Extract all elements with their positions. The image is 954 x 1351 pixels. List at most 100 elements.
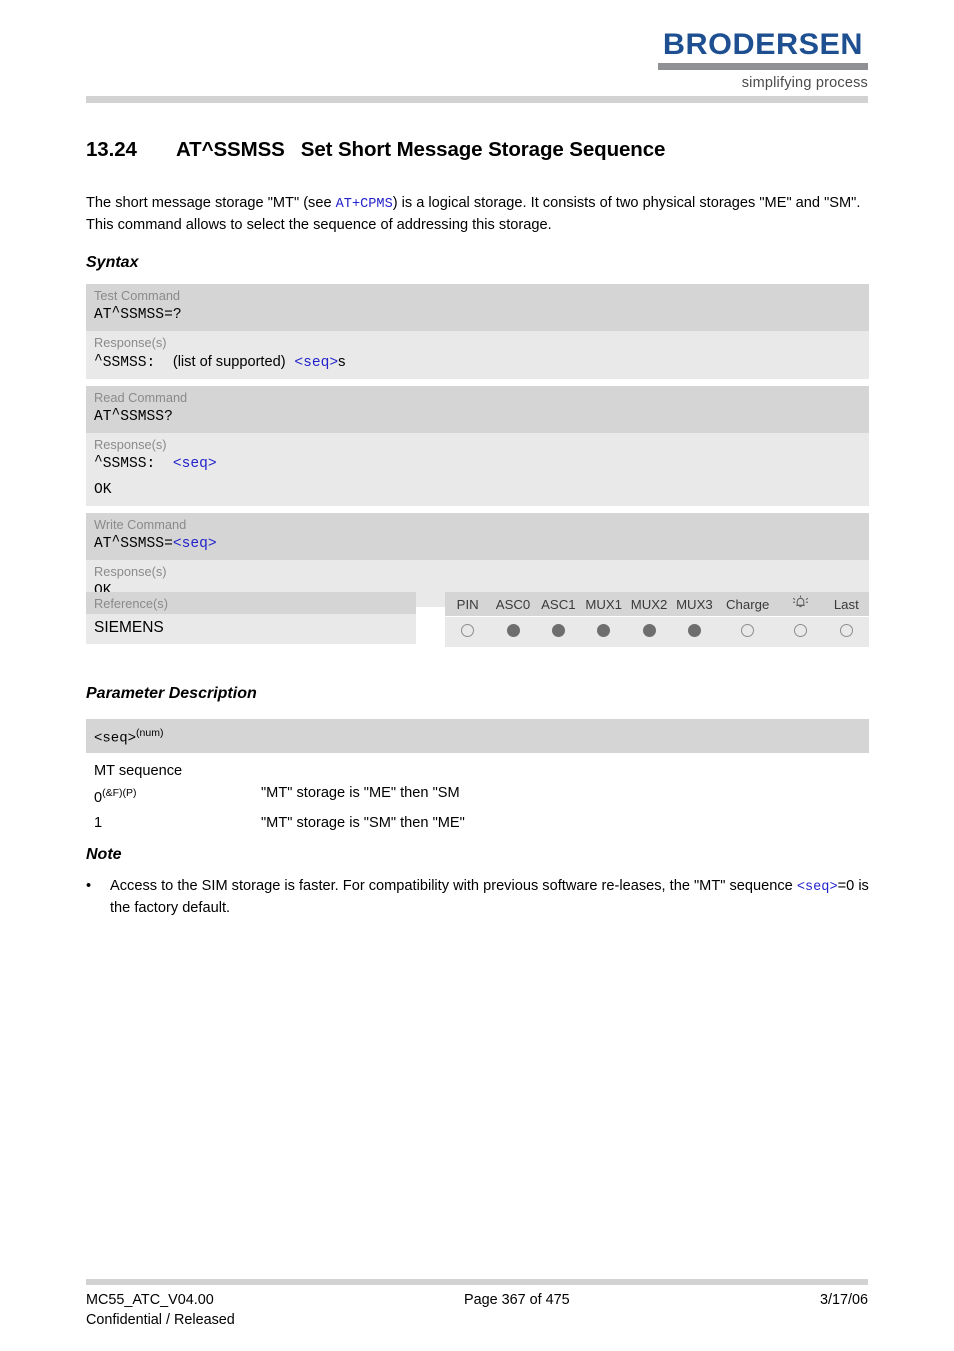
test-cmd-suffix: SSMSS=? bbox=[120, 307, 182, 323]
logo-wordmark: BRODERSEN bbox=[662, 28, 864, 61]
parameter-description-text: MT sequence bbox=[94, 762, 183, 779]
capability-col-asc1: ASC1 bbox=[541, 596, 576, 612]
capability-value-row bbox=[445, 617, 869, 647]
section-command: AT^SSMSS bbox=[176, 138, 285, 161]
section-number: 13.24 bbox=[86, 138, 137, 161]
footer-divider bbox=[86, 1279, 868, 1285]
capability-dot-asc0 bbox=[490, 624, 535, 640]
read-response-ok: OK bbox=[94, 482, 112, 498]
dot-on-icon bbox=[687, 624, 701, 637]
reference-capability-strip: Reference(s) SIEMENS PIN ASC0 ASC1 MUX1 … bbox=[86, 592, 869, 648]
capability-col-asc0: ASC0 bbox=[495, 596, 531, 612]
capability-col-pin: PIN bbox=[456, 596, 479, 612]
capability-dot-alarm bbox=[778, 624, 823, 640]
capability-col-mux2: MUX2 bbox=[630, 596, 668, 612]
parameter-table: <seq>(num) MT sequence 0(&F)(P) "MT" sto… bbox=[86, 719, 869, 836]
capability-col-mux3: MUX3 bbox=[676, 596, 713, 612]
reference-label: Reference(s) bbox=[86, 592, 416, 614]
dot-on-icon bbox=[642, 624, 656, 637]
parameter-value-1: 1 bbox=[94, 811, 261, 836]
seq-param-ref[interactable]: <seq> bbox=[797, 880, 838, 895]
footer-page-number: Page 367 of 475 bbox=[464, 1292, 570, 1308]
test-resp-tail: s bbox=[338, 354, 346, 370]
section-name: Set Short Message Storage Sequence bbox=[300, 138, 666, 161]
write-response-label: Response(s) bbox=[94, 564, 167, 579]
capability-dot-mux1 bbox=[581, 624, 626, 640]
capability-col-mux1: MUX1 bbox=[585, 596, 623, 612]
footer-date: 3/17/06 bbox=[819, 1292, 868, 1308]
test-response-label: Response(s) bbox=[94, 335, 167, 350]
read-response-band: Response(s) ^SSMSS: <seq> OK bbox=[86, 433, 869, 506]
capability-dot-mux3 bbox=[672, 624, 717, 640]
test-resp-name: SSMSS: bbox=[102, 355, 156, 371]
note-item: • Access to the SIM storage is faster. F… bbox=[86, 876, 874, 918]
seq-param-ref[interactable]: <seq> bbox=[294, 355, 338, 371]
parameter-description-heading: Parameter Description bbox=[86, 685, 257, 702]
alarm-bell-glyph bbox=[792, 595, 809, 613]
header-divider bbox=[86, 96, 868, 103]
logo-tagline: simplifying process bbox=[741, 75, 868, 91]
caret-glyph: ^ bbox=[111, 304, 121, 321]
footer-row-bottom: Confidential / Released bbox=[86, 1310, 868, 1330]
read-command-label: Read Command bbox=[94, 390, 188, 405]
read-command-syntax: AT^SSMSS? bbox=[86, 406, 869, 433]
write-command-band: Write Command AT^SSMSS=<seq> bbox=[86, 513, 869, 560]
dot-on-icon bbox=[506, 624, 520, 637]
parameter-value-0: 0(&F)(P) bbox=[94, 781, 261, 811]
capability-dot-pin bbox=[445, 624, 490, 640]
page-title: 13.24 AT^SSMSS Set Short Message Storage S… bbox=[86, 138, 886, 162]
seq-param-ref[interactable]: <seq> bbox=[173, 456, 217, 472]
syntax-table: Test Command AT^SSMSS=? Response(s) ^SSM… bbox=[86, 284, 869, 614]
document-page: BRODERSEN simplifying process 13.24 AT^SS… bbox=[0, 0, 954, 1351]
parameter-value-0-desc: "MT" storage is "ME" then "SM bbox=[261, 784, 460, 801]
parameter-key-sup: (num) bbox=[136, 727, 164, 739]
write-cmd-suffix: SSMSS= bbox=[120, 536, 173, 552]
test-response-syntax: ^SSMSS: (list of supported) <seq>s bbox=[86, 351, 869, 379]
test-command-label: Test Command bbox=[94, 288, 181, 303]
capability-table: PIN ASC0 ASC1 MUX1 MUX2 MUX3 Charge Last bbox=[445, 592, 869, 648]
parameter-key: <seq> bbox=[94, 730, 137, 747]
read-resp-name: SSMSS: bbox=[102, 456, 156, 472]
dot-on-icon bbox=[551, 624, 565, 637]
read-cmd-prefix: AT bbox=[94, 409, 112, 425]
test-command-band: Test Command AT^SSMSS=? bbox=[86, 284, 869, 331]
caret-glyph: ^ bbox=[111, 406, 121, 423]
seq-param-ref[interactable]: <seq> bbox=[173, 536, 217, 552]
caret-glyph: ^ bbox=[111, 533, 121, 550]
alarm-icon bbox=[778, 595, 823, 613]
at-cpms-link[interactable]: AT+CPMS bbox=[336, 197, 393, 212]
note-list: • Access to the SIM storage is faster. F… bbox=[86, 876, 874, 918]
write-command-syntax: AT^SSMSS=<seq> bbox=[86, 533, 869, 560]
test-command-syntax: AT^SSMSS=? bbox=[86, 304, 869, 331]
parameter-value-row: 0(&F)(P) "MT" storage is "ME" then "SM bbox=[86, 781, 869, 811]
dot-off-icon bbox=[794, 624, 808, 637]
note-bullet: • bbox=[86, 878, 92, 894]
intro-paragraph: The short message storage "MT" (see AT+C… bbox=[86, 193, 874, 235]
footer-spacer-right bbox=[748, 1310, 868, 1330]
capability-dot-charge bbox=[717, 624, 778, 640]
footer-classification: Confidential / Released bbox=[86, 1312, 235, 1328]
dot-on-icon bbox=[597, 624, 611, 637]
note-text: Access to the SIM storage is faster. For… bbox=[110, 876, 874, 918]
test-cmd-prefix: AT bbox=[94, 307, 112, 323]
write-cmd-prefix: AT bbox=[94, 536, 112, 552]
read-cmd-suffix: SSMSS? bbox=[120, 409, 173, 425]
capability-col-charge: Charge bbox=[726, 596, 770, 612]
read-command-block: Read Command AT^SSMSS? Response(s) ^SSMS… bbox=[86, 386, 869, 506]
reference-value: SIEMENS bbox=[86, 614, 416, 644]
capability-dot-last bbox=[824, 624, 869, 640]
reference-box: Reference(s) SIEMENS bbox=[86, 592, 416, 648]
caret-glyph: ^ bbox=[94, 352, 103, 369]
note-text-1: Access to the SIM storage is faster. For… bbox=[110, 878, 797, 894]
page-footer: MC55_ATC_V04.00 Page 367 of 475 3/17/06 … bbox=[86, 1290, 868, 1330]
parameter-value-0-sup: (&F)(P) bbox=[102, 786, 137, 799]
logo-bar bbox=[658, 63, 868, 70]
syntax-heading: Syntax bbox=[86, 254, 139, 271]
capability-col-last: Last bbox=[833, 596, 859, 612]
intro-text-1: The short message storage "MT" (see bbox=[86, 195, 336, 211]
parameter-value-0-number: 0 bbox=[94, 789, 103, 806]
write-command-label: Write Command bbox=[94, 517, 187, 532]
capability-dot-mux2 bbox=[626, 624, 671, 640]
dot-off-icon bbox=[741, 624, 755, 637]
footer-spacer-center bbox=[416, 1310, 748, 1330]
